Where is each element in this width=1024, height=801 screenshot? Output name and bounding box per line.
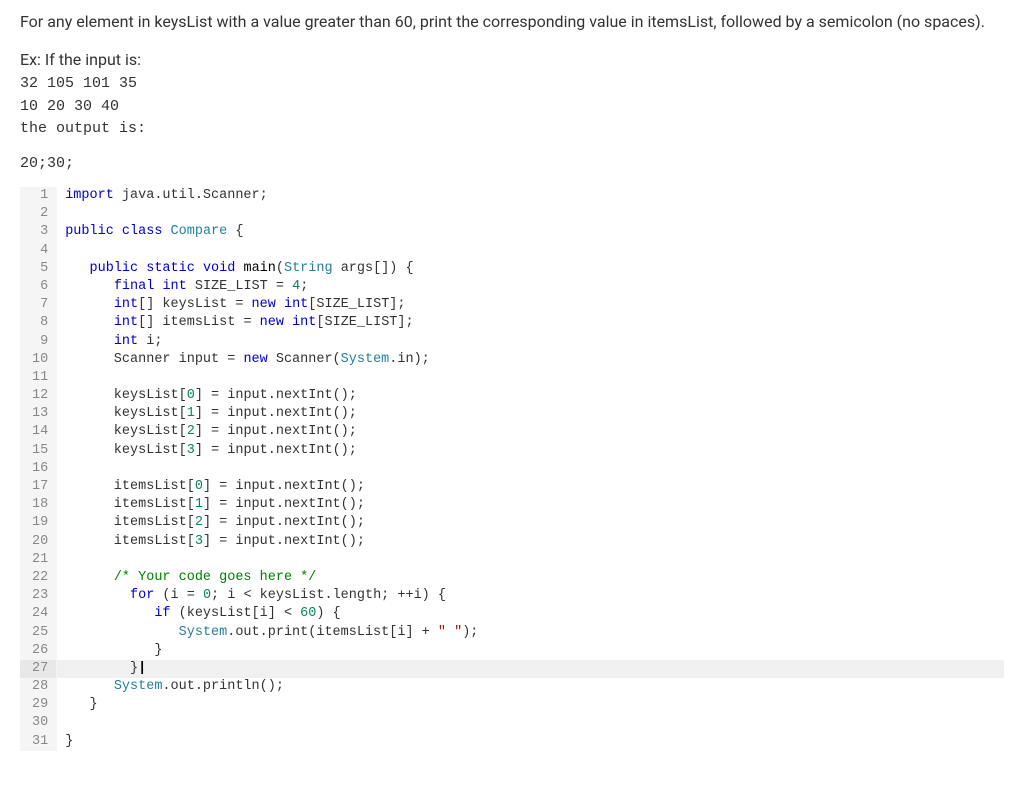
code-line[interactable]: System.out.println(); [65,678,1004,696]
code-line[interactable] [65,714,1004,732]
line-number: 30 [32,714,48,732]
line-number: 19 [32,514,48,532]
line-number: 20 [32,533,48,551]
example-output: 20;30; [20,153,1004,176]
example-intro: Ex: If the input is: [20,50,1004,69]
code-line[interactable] [65,551,1004,569]
code-line[interactable]: for (i = 0; i < keysList.length; ++i) { [65,587,1004,605]
problem-instructions: For any element in keysList with a value… [20,10,1004,34]
code-line[interactable]: } [65,696,1004,714]
code-line[interactable]: int[] itemsList = new int[SIZE_LIST]; [65,314,1004,332]
line-number: 31 [32,733,48,751]
code-line[interactable]: keysList[3] = input.nextInt(); [65,442,1004,460]
line-number: 26 [32,642,48,660]
line-number: 15 [32,442,48,460]
code-line[interactable]: if (keysList[i] < 60) { [65,605,1004,623]
code-line[interactable]: /* Your code goes here */ [65,569,1004,587]
line-number: 27 [20,660,56,678]
line-number: 29 [32,696,48,714]
line-number: 2 [32,205,48,223]
code-line[interactable]: itemsList[3] = input.nextInt(); [65,533,1004,551]
line-number: 28 [32,678,48,696]
code-line[interactable]: int[] keysList = new int[SIZE_LIST]; [65,296,1004,314]
line-number: 1 [32,187,48,205]
example-input-line-2: 10 20 30 40 [20,96,1004,119]
line-number: 22 [32,569,48,587]
line-number: 17 [32,478,48,496]
line-number: 7 [32,296,48,314]
line-number: 4 [32,242,48,260]
line-number: 8 [32,314,48,332]
code-line[interactable]: keysList[1] = input.nextInt(); [65,405,1004,423]
code-line[interactable]: } [65,642,1004,660]
code-line[interactable]: System.out.print(itemsList[i] + " "); [65,624,1004,642]
code-content[interactable]: import java.util.Scanner; public class Co… [57,187,1004,751]
text-cursor [138,661,146,676]
line-number: 23 [32,587,48,605]
code-line[interactable]: int i; [65,333,1004,351]
code-line[interactable]: itemsList[2] = input.nextInt(); [65,514,1004,532]
example-output-intro: the output is: [20,118,1004,141]
code-line[interactable]: Scanner input = new Scanner(System.in); [65,351,1004,369]
code-line[interactable] [65,242,1004,260]
line-number: 25 [32,624,48,642]
code-line[interactable]: public static void main(String args[]) { [65,260,1004,278]
line-number: 24 [32,605,48,623]
line-number: 5 [32,260,48,278]
code-editor[interactable]: 1234567891011121314151617181920212223242… [20,187,1004,751]
line-number: 21 [32,551,48,569]
code-line[interactable] [65,369,1004,387]
line-number-gutter: 1234567891011121314151617181920212223242… [20,187,57,751]
code-line[interactable]: import java.util.Scanner; [65,187,1004,205]
code-line[interactable]: keysList[0] = input.nextInt(); [65,387,1004,405]
code-line[interactable]: } [57,660,1004,678]
line-number: 16 [32,460,48,478]
code-line[interactable]: itemsList[0] = input.nextInt(); [65,478,1004,496]
example-input-line-1: 32 105 101 35 [20,73,1004,96]
line-number: 3 [32,223,48,241]
code-line[interactable] [65,205,1004,223]
line-number: 11 [32,369,48,387]
line-number: 18 [32,496,48,514]
line-number: 9 [32,333,48,351]
code-line[interactable]: keysList[2] = input.nextInt(); [65,423,1004,441]
code-line[interactable] [65,460,1004,478]
line-number: 14 [32,423,48,441]
code-line[interactable]: final int SIZE_LIST = 4; [65,278,1004,296]
line-number: 12 [32,387,48,405]
line-number: 6 [32,278,48,296]
code-line[interactable]: } [65,733,1004,751]
code-line[interactable]: itemsList[1] = input.nextInt(); [65,496,1004,514]
code-line[interactable]: public class Compare { [65,223,1004,241]
line-number: 10 [32,351,48,369]
line-number: 13 [32,405,48,423]
